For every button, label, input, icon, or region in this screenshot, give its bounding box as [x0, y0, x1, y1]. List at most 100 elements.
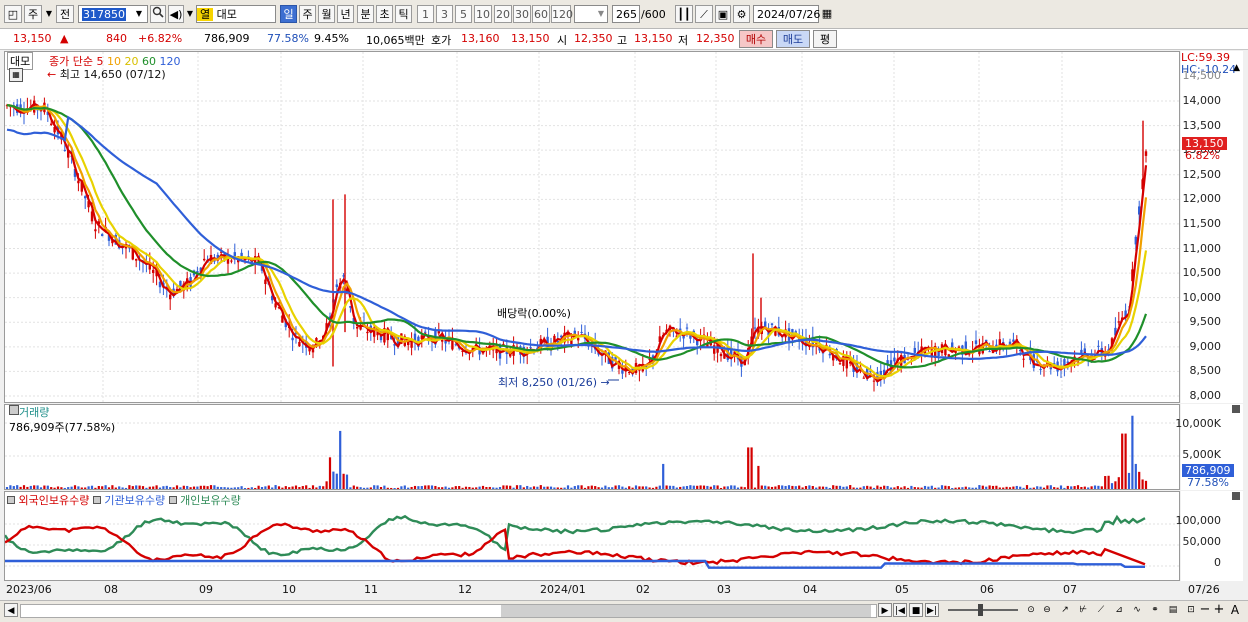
interval-60[interactable]: 60 [532, 5, 550, 23]
stock-name-input[interactable]: 열 대모 [196, 5, 276, 23]
volume-bar [791, 485, 794, 489]
count-input[interactable]: 265 [612, 5, 640, 23]
volume-bar [131, 486, 134, 489]
volume-chart[interactable] [5, 405, 1179, 489]
volume-bar [536, 486, 539, 489]
type-mode-button[interactable]: 전 [56, 5, 74, 23]
gear-icon[interactable]: ⚙ [733, 5, 750, 23]
x-label: 2023/06 [6, 583, 52, 596]
search-icon[interactable] [150, 5, 166, 23]
layout-icon[interactable]: ⊡ [1184, 603, 1198, 617]
interval-1[interactable]: 1 [417, 5, 434, 23]
period-week-tab[interactable]: 주 [299, 5, 316, 23]
type-code-button[interactable]: 주 [24, 5, 42, 23]
volume-bar [288, 487, 291, 489]
line-tool-icon[interactable]: ⟋ [1094, 603, 1108, 617]
volume-bar [356, 486, 359, 489]
interval-20[interactable]: 20 [494, 5, 512, 23]
interval-dropdown-icon[interactable]: ▼ [596, 5, 606, 23]
volume-bar [359, 487, 362, 489]
stock-code-dropdown-icon[interactable]: ▼ [132, 5, 146, 23]
trend-tool-icon[interactable]: ↗ [1058, 603, 1072, 617]
speaker-icon[interactable]: ◀) [168, 5, 184, 23]
low-price: 12,350 [696, 32, 735, 45]
draw-tool-icon[interactable]: ⊬ [1076, 603, 1090, 617]
period-tick-tab[interactable]: 틱 [395, 5, 412, 23]
period-month-tab[interactable]: 월 [318, 5, 335, 23]
volume-bar [1076, 485, 1080, 489]
wave-tool-icon[interactable]: ∿ [1130, 603, 1144, 617]
volume-bar [658, 485, 661, 489]
zoom-slider[interactable] [948, 604, 1018, 616]
stop-icon[interactable]: ■ [909, 603, 923, 617]
chart-type-icon[interactable]: ◰ [4, 5, 22, 23]
y-tick-clip: 14,500 [1182, 69, 1222, 82]
panel-scroll-icon[interactable]: ▲ [1233, 63, 1240, 73]
draw-icon[interactable]: ⟋ [695, 5, 713, 23]
volume-bar [753, 487, 757, 489]
volume-bar [529, 487, 532, 489]
font-size-button[interactable]: A [1228, 603, 1242, 617]
eval-button[interactable]: 평 [813, 30, 837, 48]
volume-bar [1022, 487, 1025, 489]
volume-bar [641, 486, 644, 489]
calendar-icon[interactable]: ▦ [820, 5, 834, 23]
interval-3[interactable]: 3 [436, 5, 453, 23]
candle-body [169, 294, 172, 300]
table-icon[interactable]: ▦ [9, 68, 23, 82]
volume-bar [26, 486, 29, 489]
volume-bar [757, 465, 760, 489]
period-year-tab[interactable]: 년 [337, 5, 354, 23]
volume-panel-icon[interactable] [9, 405, 19, 415]
volume-bar [910, 485, 913, 489]
save-icon[interactable]: ▣ [715, 5, 731, 23]
candle-icon[interactable]: ┃┃ [675, 5, 693, 23]
holdings-panel-icon[interactable] [7, 496, 15, 504]
volume-bar [699, 485, 702, 489]
volume-bar [1134, 463, 1137, 489]
scroll-track[interactable] [20, 604, 877, 618]
holdings-line [5, 522, 1146, 566]
volume-bar [845, 486, 848, 489]
zoom-minus-button[interactable]: − [1198, 603, 1212, 617]
period-second-tab[interactable]: 초 [376, 5, 393, 23]
interval-5[interactable]: 5 [455, 5, 472, 23]
zoom-slider-handle[interactable] [978, 604, 983, 616]
last-page-icon[interactable]: ▶| [925, 603, 939, 617]
interval-30[interactable]: 30 [513, 5, 531, 23]
interval-10[interactable]: 10 [474, 5, 492, 23]
period-day-tab[interactable]: 일 [280, 5, 297, 23]
x-label: 10 [282, 583, 296, 596]
volume-bar [1053, 487, 1056, 489]
interval-120[interactable]: 120 [551, 5, 573, 23]
type-dropdown-icon[interactable]: ▼ [44, 5, 54, 23]
volume-bar [145, 487, 148, 489]
candle-body [1144, 151, 1148, 156]
fib-tool-icon[interactable]: ⊿ [1112, 603, 1126, 617]
holdings-close-icon[interactable] [1232, 492, 1240, 500]
volume-bar [815, 487, 818, 489]
buy-button[interactable]: 매수 [739, 30, 773, 48]
volume-bar [294, 485, 298, 489]
zoom-icon[interactable]: ⊙ [1024, 603, 1038, 617]
date-input[interactable]: 2024/07/26 [753, 5, 820, 23]
volume-bar [825, 486, 828, 489]
speaker-dropdown-icon[interactable]: ▼ [185, 5, 195, 23]
volume-bar [1002, 487, 1005, 489]
holdings-line [5, 514, 1146, 557]
link-icon[interactable]: ⚭ [1148, 603, 1162, 617]
volume-bar [342, 473, 345, 489]
volume-bar [685, 485, 689, 489]
volume-bar [804, 486, 808, 489]
print-icon[interactable]: ▤ [1166, 603, 1180, 617]
zoom-plus-button[interactable]: + [1212, 603, 1226, 617]
price-chart[interactable] [5, 52, 1179, 402]
scroll-left-icon[interactable]: ◀ [4, 603, 18, 617]
scroll-right-icon[interactable]: ▶ [878, 603, 892, 617]
scroll-thumb[interactable] [501, 605, 871, 617]
period-minute-tab[interactable]: 분 [357, 5, 374, 23]
first-page-icon[interactable]: |◀ [893, 603, 907, 617]
volume-close-icon[interactable] [1232, 405, 1240, 413]
sell-button[interactable]: 매도 [776, 30, 810, 48]
zoom-out-icon[interactable]: ⊖ [1040, 603, 1054, 617]
